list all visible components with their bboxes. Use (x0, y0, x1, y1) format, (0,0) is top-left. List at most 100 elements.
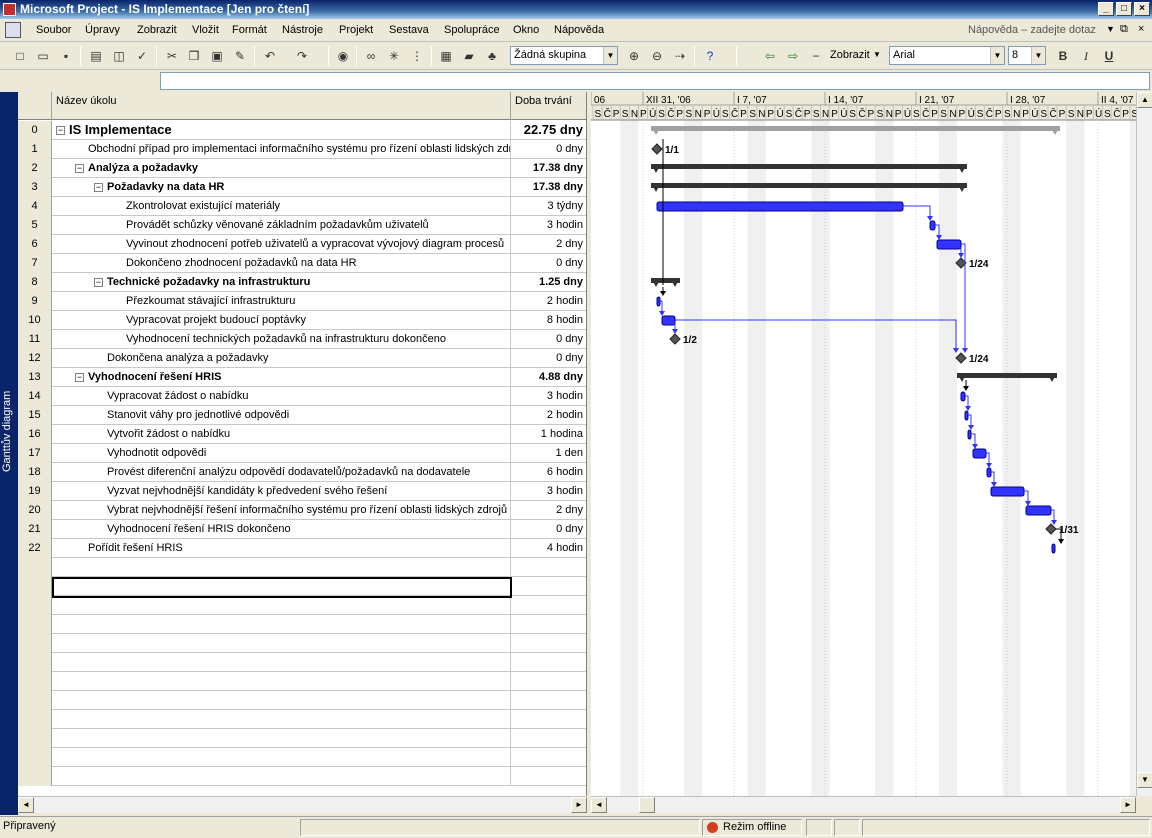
task-name[interactable] (52, 729, 511, 748)
save-icon[interactable]: ▪ (58, 48, 74, 64)
table-row[interactable]: 1 Obchodní případ pro implementaci inform… (18, 140, 586, 159)
table-row[interactable]: 18 Provést diferenční analýzu odpovědí do… (18, 463, 586, 482)
gantt-scroll-right-icon[interactable]: ► (1120, 797, 1136, 813)
table-row[interactable]: 21 Vyhodnocení řešení HRIS dokončeno 0 dny (18, 520, 586, 539)
table-row[interactable] (18, 729, 586, 748)
row-id[interactable] (18, 615, 52, 634)
task-duration[interactable]: 0 dny (511, 520, 586, 539)
table-row[interactable]: 3− Požadavky na data HR 17.38 dny (18, 178, 586, 197)
row-id[interactable] (18, 653, 52, 672)
task-name[interactable] (52, 596, 511, 615)
task-duration[interactable] (511, 577, 586, 596)
italic-button[interactable]: I (1078, 48, 1094, 64)
row-id[interactable]: 12 (18, 349, 52, 368)
task-duration[interactable]: 4.88 dny (511, 368, 586, 387)
menu-zobrazit[interactable]: Zobrazit (137, 24, 177, 36)
task-bar[interactable] (936, 239, 962, 250)
menu-format[interactable]: Formát (232, 24, 267, 36)
link-tasks-icon[interactable]: ∞ (363, 48, 379, 64)
task-duration[interactable]: 3 hodin (511, 482, 586, 501)
task-name[interactable] (52, 634, 511, 653)
table-row[interactable]: 9 Přezkoumat stávající infrastrukturu 2 ho… (18, 292, 586, 311)
task-bar[interactable] (656, 296, 661, 307)
task-bar[interactable] (972, 448, 987, 459)
collapse-toggle-icon[interactable]: − (56, 126, 65, 136)
table-row[interactable]: 11 Vyhodnocení technických požadavků na i… (18, 330, 586, 349)
task-duration[interactable]: 0 dny (511, 330, 586, 349)
task-bar[interactable] (656, 201, 904, 212)
collapse-toggle-icon[interactable]: − (94, 277, 103, 287)
row-id[interactable]: 14 (18, 387, 52, 406)
doc-restore-icon[interactable]: ⧉ (1120, 23, 1128, 36)
print-preview-icon[interactable]: ◫ (111, 48, 127, 64)
row-id[interactable]: 1 (18, 140, 52, 159)
cut-icon[interactable]: ✂ (164, 48, 180, 64)
task-name[interactable] (52, 653, 511, 672)
task-duration[interactable] (511, 729, 586, 748)
task-name[interactable]: Přezkoumat stávající infrastrukturu (52, 292, 511, 311)
row-id[interactable]: 0 (18, 121, 52, 140)
maximize-button[interactable]: □ (1116, 2, 1132, 16)
task-name[interactable] (52, 691, 511, 710)
task-duration[interactable] (511, 748, 586, 767)
task-bar[interactable] (990, 486, 1025, 497)
task-name[interactable] (52, 767, 511, 786)
task-duration[interactable] (511, 596, 586, 615)
column-header-name[interactable]: Název úkolu (52, 92, 511, 120)
table-row[interactable] (18, 653, 586, 672)
table-horizontal-scrollbar[interactable]: ◄ ► (18, 796, 587, 813)
table-row[interactable]: 20 Vybrat nejvhodnější řešení informačníh… (18, 501, 586, 520)
show-dropdown-icon[interactable]: ▼ (873, 50, 881, 59)
row-id[interactable] (18, 672, 52, 691)
task-name[interactable]: Pořídit řešení HRIS (52, 539, 511, 558)
task-name[interactable]: Vytvořit žádost o nabídku (52, 425, 511, 444)
menu-vlozit[interactable]: Vložit (192, 24, 219, 36)
task-name[interactable]: Obchodní případ pro implementaci informa… (52, 140, 511, 159)
row-id[interactable]: 9 (18, 292, 52, 311)
task-name[interactable]: − IS Implementace (52, 121, 511, 140)
document-icon[interactable] (5, 22, 21, 38)
zoom-out-icon[interactable]: ⊖ (649, 48, 665, 64)
task-duration[interactable] (511, 691, 586, 710)
row-id[interactable]: 13 (18, 368, 52, 387)
bold-button[interactable]: B (1055, 48, 1071, 64)
table-row[interactable] (18, 615, 586, 634)
font-select[interactable]: Arial ▼ (889, 46, 1005, 65)
undo-icon[interactable]: ↶ (262, 48, 278, 64)
task-name[interactable]: − Technické požadavky na infrastrukturu (52, 273, 511, 292)
task-duration[interactable]: 0 dny (511, 254, 586, 273)
summary-bar[interactable] (651, 183, 967, 188)
table-row[interactable]: 8− Technické požadavky na infrastrukturu 1… (18, 273, 586, 292)
collapse-toggle-icon[interactable]: − (94, 182, 103, 192)
row-id[interactable]: 20 (18, 501, 52, 520)
task-name[interactable]: Vybrat nejvhodnější řešení informačního … (52, 501, 511, 520)
task-name[interactable]: Vyvinout zhodnocení potřeb uživatelů a v… (52, 235, 511, 254)
show-menu-button[interactable]: Zobrazit (830, 49, 870, 61)
menu-projekt[interactable]: Projekt (339, 24, 373, 36)
task-name[interactable]: Vypracovat žádost o nabídku (52, 387, 511, 406)
menu-spoluprace[interactable]: Spolupráce (444, 24, 500, 36)
help-icon[interactable]: ? (702, 48, 718, 64)
underline-button[interactable]: U (1101, 48, 1117, 64)
row-id[interactable] (18, 558, 52, 577)
row-id[interactable] (18, 577, 52, 596)
task-duration[interactable]: 3 hodin (511, 216, 586, 235)
row-id[interactable]: 2 (18, 159, 52, 178)
row-id[interactable]: 10 (18, 311, 52, 330)
table-row[interactable] (18, 710, 586, 729)
task-bar[interactable] (967, 429, 972, 440)
selected-cell[interactable] (52, 577, 512, 598)
gantt-scroll-thumb[interactable] (639, 797, 655, 813)
task-bar[interactable] (929, 220, 936, 231)
task-duration[interactable]: 6 hodin (511, 463, 586, 482)
open-icon[interactable]: ▭ (35, 48, 51, 64)
column-header-duration[interactable]: Doba trvání (511, 92, 586, 120)
task-duration[interactable]: 2 hodin (511, 292, 586, 311)
table-row[interactable]: 13− Vyhodnocení řešení HRIS 4.88 dny (18, 368, 586, 387)
spelling-icon[interactable]: ✓ (134, 48, 150, 64)
scroll-up-icon[interactable]: ▲ (1137, 92, 1152, 108)
table-row[interactable] (18, 672, 586, 691)
task-duration[interactable] (511, 653, 586, 672)
task-name[interactable]: Stanovit váhy pro jednotlivé odpovědi (52, 406, 511, 425)
select-all-cell[interactable] (18, 92, 52, 120)
